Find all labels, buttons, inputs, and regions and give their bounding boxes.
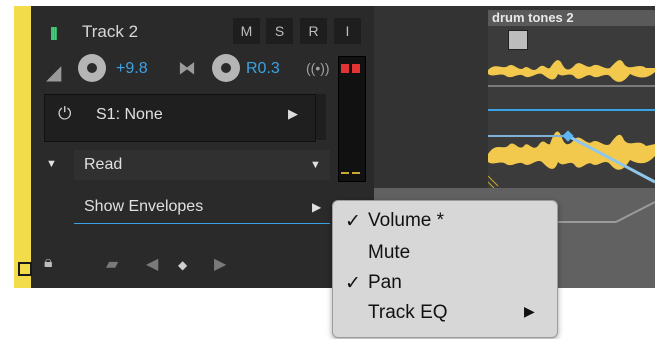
eraser-icon[interactable]: ▰ [106, 254, 118, 274]
menu-item-mute[interactable]: Mute [368, 242, 410, 264]
submenu-arrow-icon: ▶ [312, 200, 322, 214]
next-keyframe-icon[interactable]: ▶ [214, 254, 226, 274]
previous-keyframe-icon[interactable]: ◀ [146, 254, 158, 274]
mute-button[interactable]: M [233, 18, 260, 44]
volume-value[interactable]: +9.8 [116, 60, 148, 78]
stereo-icon[interactable]: ((•)) [306, 60, 330, 76]
submenu-arrow-icon: ▶ [524, 303, 535, 319]
clip-indicator-right[interactable] [352, 64, 360, 73]
power-icon[interactable]: ⏻ [58, 104, 71, 124]
add-keyframe-icon[interactable]: ◆ [178, 258, 187, 272]
clip-indicator-left[interactable] [341, 64, 349, 73]
automation-mode-label: Read [84, 156, 123, 173]
clip-title: drum tones 2 [492, 10, 574, 25]
pan-envelope-keyframe[interactable] [562, 130, 574, 142]
pan-icon: ⧓ [178, 58, 196, 78]
solo-button[interactable]: S [266, 18, 293, 44]
waveform-top [488, 60, 655, 82]
input-monitor-button[interactable]: I [334, 18, 361, 44]
pan-value[interactable]: R0.3 [246, 60, 280, 78]
volume-icon: ◢ [46, 62, 62, 84]
track-type-icon: ||| [50, 24, 58, 40]
menu-item-pan[interactable]: Pan [368, 272, 402, 294]
menu-item-volume[interactable]: Volume * [368, 210, 444, 232]
lock-icon[interactable]: 🔒︎ [44, 254, 53, 272]
volume-knob[interactable] [78, 54, 106, 82]
level-meter [338, 56, 366, 182]
track-color-strip [14, 6, 31, 288]
meter-peak-left [341, 172, 349, 174]
fx-slot-label: S1: None [96, 106, 163, 123]
check-icon: ✓ [345, 273, 361, 294]
check-icon: ✓ [345, 211, 361, 232]
record-arm-button[interactable]: R [300, 18, 327, 44]
menu-item-track-eq[interactable]: Track EQ [368, 302, 448, 324]
fx-slot-arrow-icon[interactable]: ▶ [288, 106, 298, 122]
meter-peak-right [352, 172, 360, 174]
track-select-box[interactable] [18, 262, 32, 276]
track-name[interactable]: Track 2 [82, 22, 138, 42]
waveform [488, 60, 655, 188]
pan-knob[interactable] [212, 54, 240, 82]
lower-envelope [556, 201, 655, 223]
fx-slot[interactable] [44, 94, 316, 142]
show-envelopes-label: Show Envelopes [84, 198, 204, 215]
fx-scrollbar[interactable] [316, 94, 326, 140]
track-panel [14, 6, 374, 288]
automation-expand-icon[interactable]: ▼ [46, 158, 57, 170]
chevron-down-icon[interactable]: ▼ [310, 159, 321, 171]
